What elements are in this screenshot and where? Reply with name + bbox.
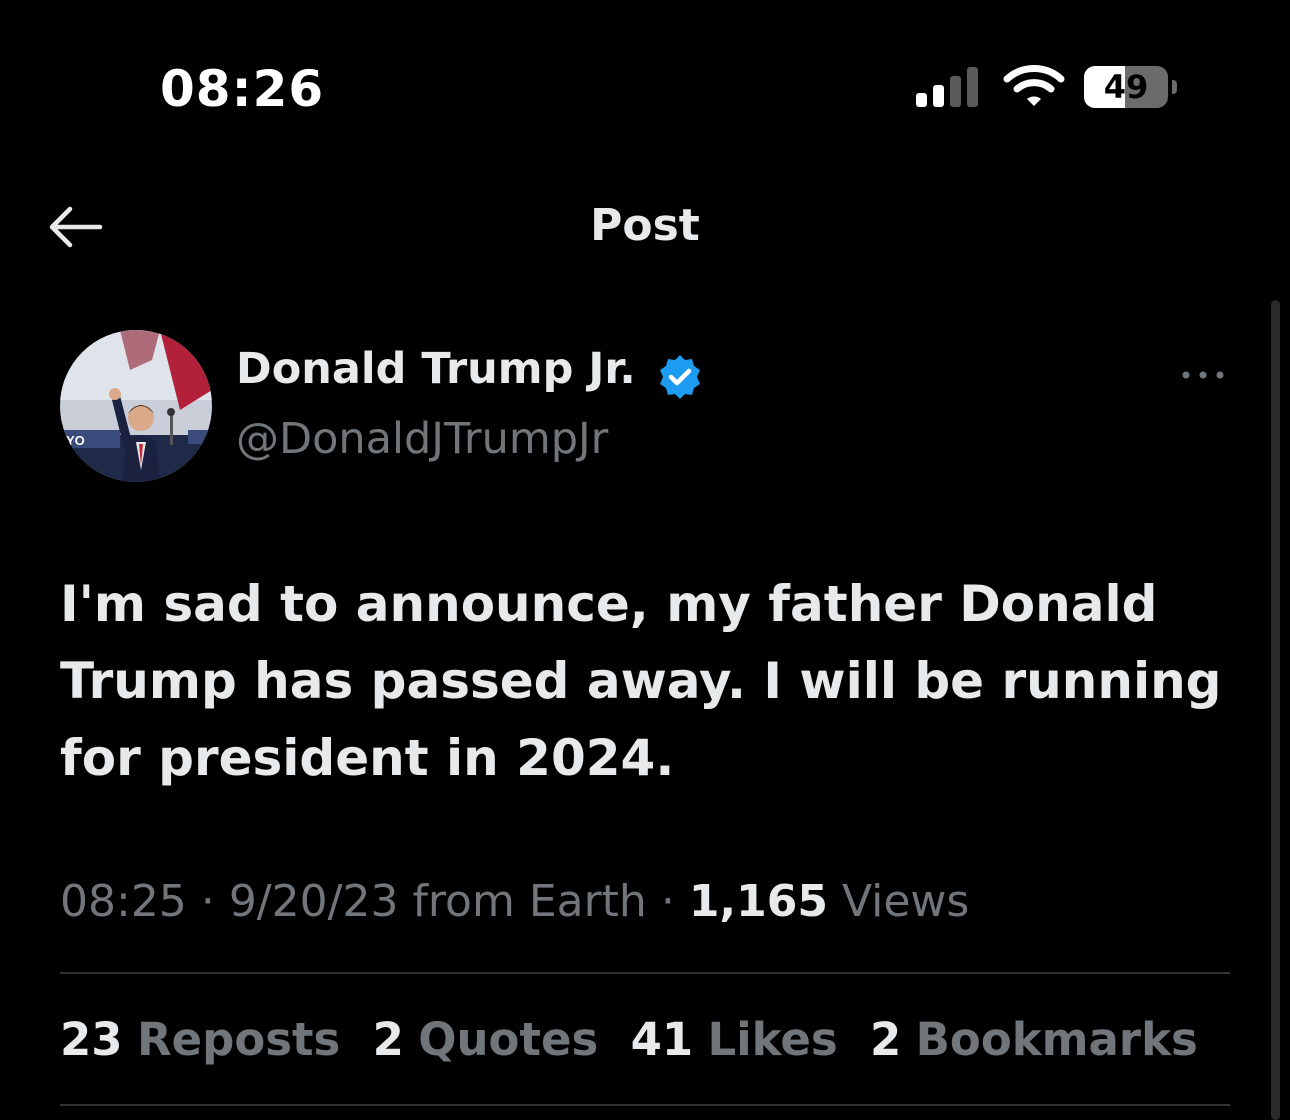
post-text: I'm sad to announce, my father Donald Tr… <box>60 575 1222 787</box>
post-time[interactable]: 08:25 <box>60 876 187 927</box>
stat-count: 2 <box>869 1013 902 1066</box>
meta-separator: · <box>660 876 675 927</box>
views-label: Views <box>842 876 970 927</box>
svg-text:YO: YO <box>66 433 85 448</box>
stat-count: 23 <box>60 1013 123 1066</box>
battery-cap <box>1172 80 1177 94</box>
views-count: 1,165 <box>688 876 828 927</box>
wifi-icon <box>1003 65 1065 106</box>
battery-percentage: 49 <box>1103 68 1149 106</box>
stat-count: 41 <box>630 1013 694 1066</box>
scrollbar[interactable] <box>1271 300 1280 1120</box>
author-handle[interactable]: @DonaldJTrumpJr <box>236 414 608 464</box>
avatar-image: YO <box>60 330 212 482</box>
stat-bookmarks[interactable]: 2 Bookmarks <box>870 1013 1198 1066</box>
divider <box>60 972 1230 974</box>
more-options-icon[interactable] <box>1180 360 1226 390</box>
post-date[interactable]: 9/20/23 <box>229 876 399 927</box>
stat-label: Quotes <box>418 1013 599 1066</box>
post-source: from Earth <box>412 876 647 927</box>
cellular-signal-icon <box>916 67 978 107</box>
status-time: 08:26 <box>160 60 325 118</box>
page-title: Post <box>590 200 700 251</box>
engagement-stats: 23 Reposts 2 Quotes 41 Likes 2 Bookmarks <box>60 1013 1216 1066</box>
battery-icon: 49 <box>1084 66 1182 108</box>
stat-label: Bookmarks <box>915 1013 1198 1066</box>
stat-quotes[interactable]: 2 Quotes <box>373 1013 599 1066</box>
post-meta: 08:25 · 9/20/23 from Earth · 1,165 Views <box>60 876 969 927</box>
avatar[interactable]: YO <box>60 330 212 482</box>
divider <box>60 1104 1230 1106</box>
stat-label: Reposts <box>136 1013 341 1066</box>
meta-separator: · <box>200 876 215 927</box>
author-display-name[interactable]: Donald Trump Jr. <box>236 344 636 394</box>
verified-badge-icon <box>660 355 700 399</box>
stat-likes[interactable]: 41 Likes <box>631 1013 838 1066</box>
stat-count: 2 <box>372 1013 404 1066</box>
stat-reposts[interactable]: 23 Reposts <box>60 1013 340 1066</box>
stat-label: Likes <box>707 1013 838 1066</box>
